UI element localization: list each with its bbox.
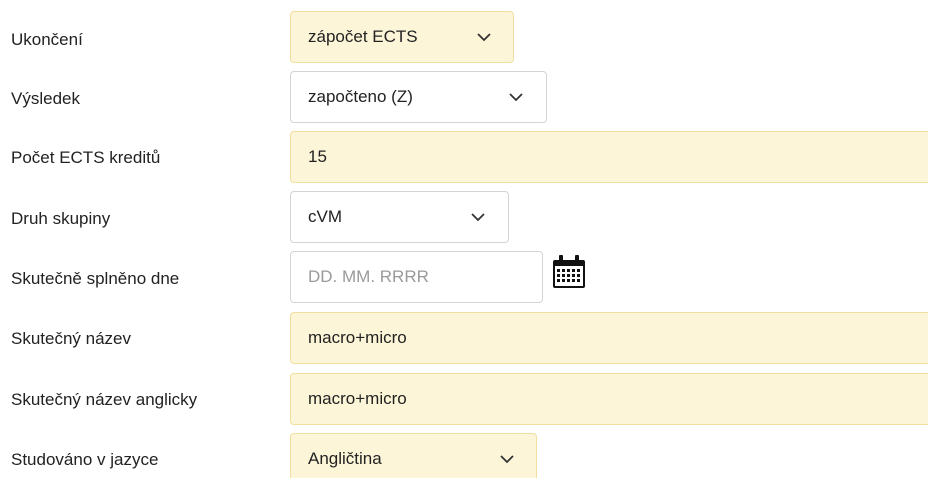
study-language-value: Angličtina [308, 449, 382, 468]
label-studovano-v-jazyce: Studováno v jazyce [11, 450, 159, 469]
ukonceni-select[interactable]: zápočet ECTS [290, 11, 514, 63]
completion-date-placeholder: DD. MM. RRRR [308, 267, 429, 286]
calendar-icon[interactable] [551, 254, 587, 290]
actual-name-input[interactable]: macro+micro [290, 312, 928, 364]
label-vysledek: Výsledek [11, 89, 80, 108]
chevron-down-icon [471, 213, 485, 222]
actual-name-value: macro+micro [308, 328, 407, 347]
ukonceni-value: zápočet ECTS [308, 27, 418, 46]
study-result-form: Ukončení zápočet ECTS Výsledek započteno… [0, 0, 928, 478]
label-druh-skupiny: Druh skupiny [11, 209, 111, 228]
actual-name-english-input[interactable]: macro+micro [290, 373, 928, 425]
chevron-down-icon [477, 33, 491, 42]
ects-credits-input[interactable]: 15 [290, 131, 928, 183]
study-language-select[interactable]: Angličtina [290, 433, 537, 478]
chevron-down-icon [500, 455, 514, 464]
vysledek-value: započteno (Z) [308, 87, 413, 106]
chevron-down-icon [509, 93, 523, 102]
label-skutecne-splneno-dne: Skutečně splněno dne [11, 269, 180, 288]
druh-skupiny-select[interactable]: cVM [290, 191, 509, 243]
actual-name-english-value: macro+micro [308, 389, 407, 408]
vysledek-select[interactable]: započteno (Z) [290, 71, 547, 123]
completion-date-input[interactable]: DD. MM. RRRR [290, 251, 543, 303]
label-skutecny-nazev: Skutečný název [11, 329, 132, 348]
druh-skupiny-value: cVM [308, 207, 342, 226]
label-pocet-ects-kreditu: Počet ECTS kreditů [11, 148, 161, 167]
label-ukonceni: Ukončení [11, 30, 83, 49]
label-skutecny-nazev-anglicky: Skutečný název anglicky [11, 390, 198, 409]
ects-credits-value: 15 [308, 147, 327, 166]
